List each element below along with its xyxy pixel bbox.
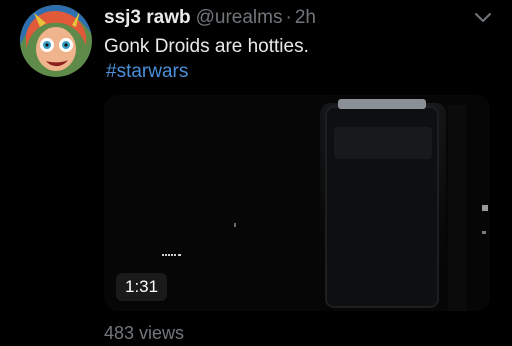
avatar[interactable] [20, 5, 92, 77]
video-duration-badge: 1:31 [116, 273, 168, 301]
display-name[interactable]: ssj3 rawb [104, 7, 191, 28]
tweet-text: Gonk Droids are hotties. [104, 36, 309, 57]
view-count: 483 views [104, 323, 185, 343]
user-handle[interactable]: @urealms [196, 7, 283, 28]
tweet-header: ssj3 rawb @urealms · 2h [104, 6, 316, 30]
timestamp[interactable]: 2h [295, 7, 316, 28]
chevron-down-icon[interactable] [472, 8, 494, 28]
dot-separator: · [285, 7, 292, 28]
tweet[interactable]: ssj3 rawb @urealms · 2h Gonk Droids are hot… [0, 0, 512, 346]
hashtag-link[interactable]: #starwars [106, 59, 188, 84]
avatar-image [20, 5, 92, 77]
